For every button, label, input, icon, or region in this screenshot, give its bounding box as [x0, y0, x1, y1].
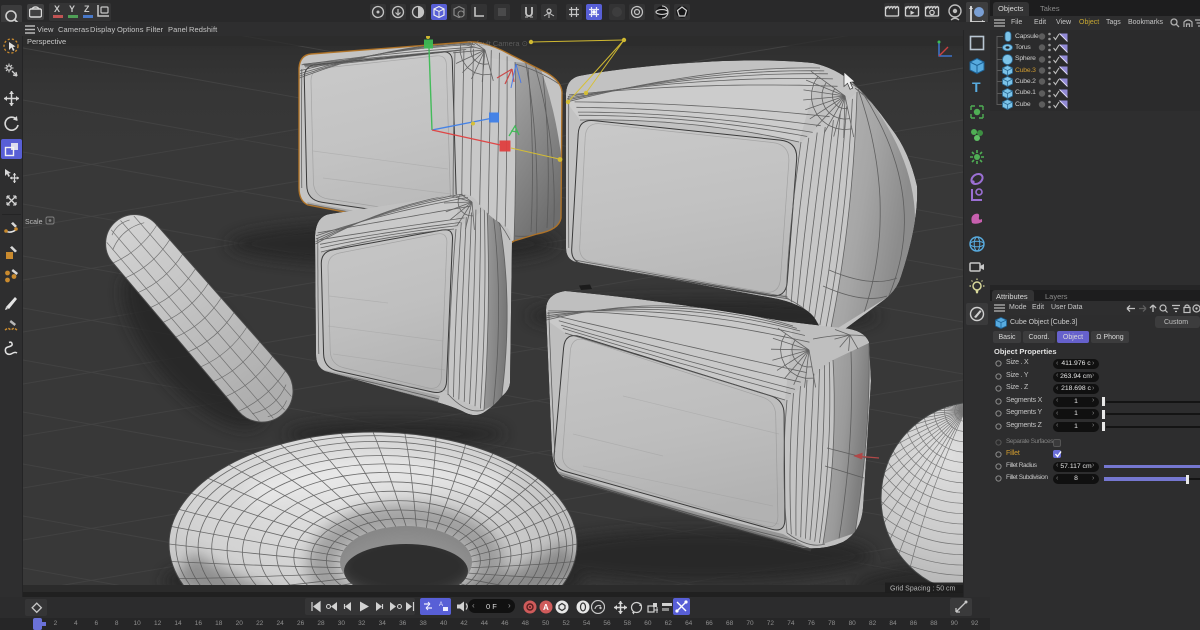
svg-text:T: T: [972, 79, 981, 95]
svg-text:A: A: [543, 603, 549, 612]
svg-text:Scale: Scale: [25, 219, 43, 226]
svg-text:Grid Spacing : 50 cm: Grid Spacing : 50 cm: [890, 586, 956, 593]
svg-text:A: A: [439, 602, 443, 608]
svg-text:Default Camera ⊙: Default Camera ⊙: [467, 39, 528, 48]
svg-text:Perspective: Perspective: [27, 37, 66, 46]
